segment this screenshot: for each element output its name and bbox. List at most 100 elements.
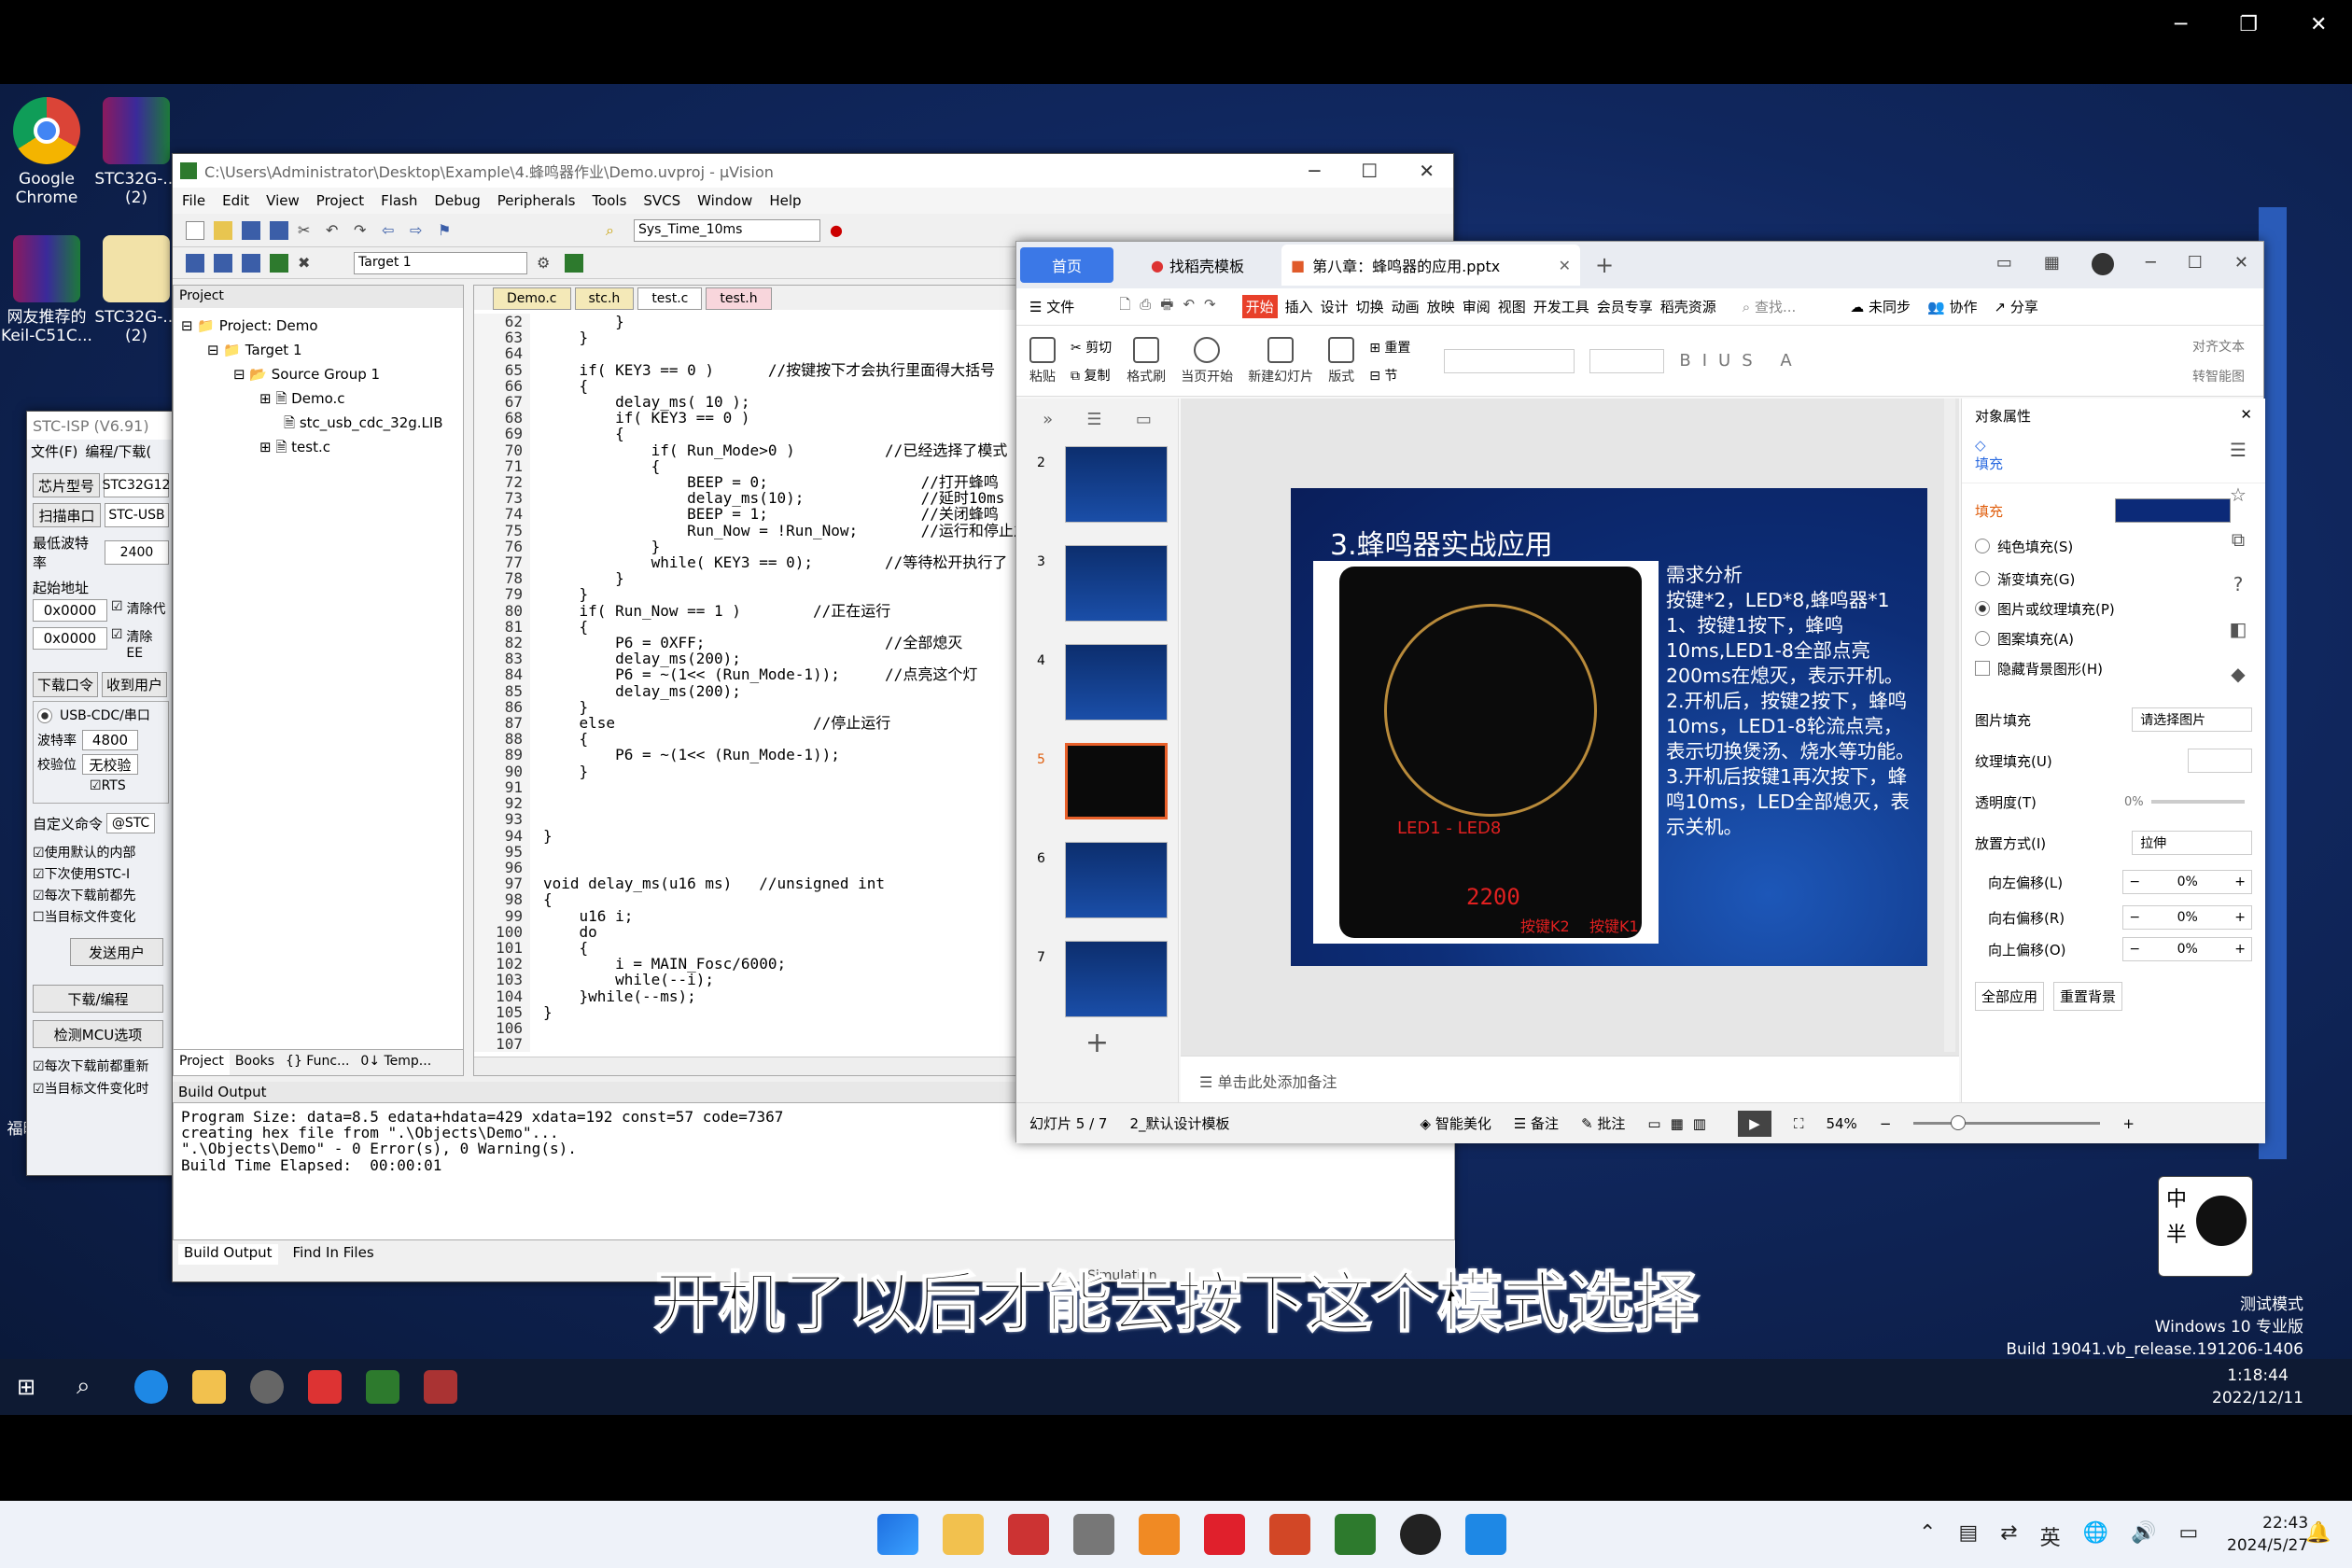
slide-thumb-3[interactable] — [1064, 545, 1168, 622]
target-combo[interactable]: Target 1 — [354, 251, 527, 274]
wps-minimize-icon[interactable]: ─ — [2146, 253, 2156, 275]
scan-port-button[interactable]: 扫描串口 — [33, 503, 101, 527]
battery-icon[interactable]: ▭ — [2179, 1521, 2199, 1551]
cut-icon[interactable]: ✂ — [298, 221, 316, 240]
stc-menu-file[interactable]: 文件(F) — [31, 441, 77, 460]
taskbar-search-icon[interactable]: ⌕ — [77, 1372, 91, 1401]
props-title[interactable]: 对象属性 — [1975, 406, 2031, 426]
wps-taskbar-icon[interactable] — [308, 1370, 342, 1404]
save-all-icon[interactable] — [270, 220, 288, 240]
ribbon-tab-start[interactable]: 开始 — [1241, 295, 1278, 318]
tree-source-group[interactable]: ⊟ 📂 Source Group 1 — [181, 362, 463, 386]
menu-svcs[interactable]: SVCS — [643, 192, 680, 209]
ribbon-tab-transition[interactable]: 切换 — [1356, 297, 1384, 316]
option-checkbox-2[interactable]: ☑ — [33, 867, 45, 882]
desktop-icon-stc32g-2[interactable]: STC32G-... (2) — [90, 235, 183, 345]
wps-maximize-icon[interactable]: ☐ — [2188, 253, 2203, 275]
menu-window[interactable]: Window — [697, 192, 752, 209]
notification-bell-icon[interactable]: 🔔 — [2305, 1521, 2331, 1545]
menu-peripherals[interactable]: Peripherals — [497, 192, 576, 209]
close-icon[interactable]: ✕ — [2310, 13, 2327, 36]
minimize-icon[interactable]: ─ — [2175, 13, 2187, 36]
maximize-icon[interactable]: ❐ — [2239, 13, 2258, 36]
wps-tab-document[interactable]: ■ 第八章：蜂鸣器的应用.pptx ✕ — [1281, 245, 1580, 286]
ribbon-tab-design[interactable]: 设计 — [1321, 297, 1349, 316]
clear-code-checkbox[interactable]: ☑ — [111, 599, 123, 622]
copy-button[interactable]: ⧉ 复制 — [1071, 366, 1112, 385]
collapse-panel-icon[interactable]: » — [1043, 410, 1053, 429]
youdao-icon[interactable] — [1204, 1514, 1245, 1555]
font-size-select[interactable] — [1589, 348, 1665, 373]
explorer-icon[interactable] — [192, 1370, 226, 1404]
wps-tab-template[interactable]: ● 找稻壳模板 — [1123, 247, 1272, 283]
menu-tools[interactable]: Tools — [592, 192, 626, 209]
keil-taskbar-icon[interactable] — [366, 1370, 399, 1404]
desktop-icon-chrome[interactable]: Google Chrome — [0, 97, 93, 207]
desktop-icon-keil[interactable]: 网友推荐的 Keil-C51C... — [0, 235, 93, 345]
slide-body-text[interactable]: 需求分析 按键*2，LED*8,蜂鸣器*1 1、按键1按下，蜂鸣10ms,LED… — [1666, 563, 1918, 840]
ribbon-tab-insert[interactable]: 插入 — [1285, 297, 1313, 316]
option-checkbox-3[interactable]: ☑ — [33, 889, 45, 903]
editor-tab-test-c[interactable]: test.c — [637, 287, 703, 310]
tab-project[interactable]: Project — [174, 1050, 230, 1075]
menu-project[interactable]: Project — [316, 192, 364, 209]
picture-fill-radio[interactable] — [1975, 601, 1990, 616]
menu-view[interactable]: View — [266, 192, 300, 209]
tree-file-demo-c[interactable]: ⊞ 🗎 Demo.c — [181, 386, 463, 411]
offset-right-stepper[interactable]: −0% + — [2122, 905, 2252, 930]
menu-file[interactable]: File — [182, 192, 205, 209]
reset-button[interactable]: ⊞ 重置 — [1369, 338, 1410, 357]
thumbnail-view-icon[interactable]: ▭ — [1136, 410, 1152, 429]
side-tool-1-icon[interactable]: ☰ — [2230, 439, 2247, 461]
clear-eeprom-checkbox[interactable]: ☑ — [111, 627, 123, 661]
file-explorer-icon[interactable] — [943, 1514, 984, 1555]
pattern-fill-radio[interactable] — [1975, 631, 1990, 646]
ribbon-tab-animation[interactable]: 动画 — [1392, 297, 1420, 316]
editor-tab-stc-h[interactable]: stc.h — [574, 287, 635, 310]
hide-bg-checkbox[interactable] — [1975, 661, 1990, 676]
remote-desktop-icon[interactable] — [1465, 1514, 1506, 1555]
quick-access-icons[interactable]: 🗋⎙🖶↶↷ — [1119, 295, 1225, 318]
redo-icon[interactable]: ↷ — [354, 221, 372, 240]
send-user-button[interactable]: 发送用户 — [70, 938, 163, 966]
notes-button[interactable]: ☰ 备注 — [1514, 1113, 1559, 1133]
stop-build-icon[interactable]: ✖ — [298, 254, 316, 273]
detect-mcu-button[interactable]: 检测MCU选项 — [33, 1020, 163, 1048]
convert-smartart-button[interactable]: 转智能图 — [2192, 367, 2245, 385]
font-format-icons[interactable]: BIUS A — [1679, 351, 1802, 371]
layout-button[interactable]: 版式 — [1328, 336, 1355, 385]
undo-icon[interactable]: ↶ — [326, 221, 344, 240]
volume-icon[interactable]: 🔊 — [2131, 1521, 2156, 1551]
layout-icon[interactable]: ▭ — [1996, 253, 2012, 275]
tray-app-icon[interactable]: ▤ — [1958, 1521, 1978, 1551]
editor-tab-test-h[interactable]: test.h — [706, 287, 772, 310]
side-tool-5-icon[interactable]: ◧ — [2230, 618, 2247, 640]
format-painter-button[interactable]: 格式刷 — [1127, 336, 1166, 385]
chip-type-select[interactable]: STC32G12 — [103, 473, 170, 497]
help-icon[interactable]: ? — [2233, 573, 2244, 595]
align-text-button[interactable]: 对齐文本 — [2192, 337, 2245, 356]
eeprom-address-input[interactable]: 0x0000 — [33, 627, 107, 650]
bookmark-icon[interactable]: ⚑ — [438, 221, 456, 240]
redownload-checkbox[interactable]: ☑ — [33, 1059, 45, 1074]
port-select[interactable]: STC-USB — [104, 503, 169, 527]
ribbon-tab-review[interactable]: 审阅 — [1463, 297, 1491, 316]
ribbon-tab-view[interactable]: 视图 — [1498, 297, 1526, 316]
custom-command-input[interactable]: @STC — [106, 813, 156, 833]
tray-network-icon[interactable]: ⇄ — [2000, 1521, 2017, 1551]
offset-top-stepper[interactable]: −0% + — [2122, 937, 2252, 961]
sync-status[interactable]: ☁ 未同步 — [1850, 297, 1911, 316]
collab-button[interactable]: 👥 协作 — [1927, 297, 1977, 316]
play-slideshow-icon[interactable]: ▶ — [1737, 1110, 1771, 1137]
forward-icon[interactable]: ⇨ — [410, 221, 428, 240]
slide-thumb-2[interactable] — [1064, 446, 1168, 523]
zoom-out-icon[interactable]: − — [1880, 1115, 1892, 1132]
source-code[interactable]: } } if( KEY3 == 0 ) //按键按下才会执行里面得大括号 { d… — [530, 314, 1043, 1052]
outline-view-icon[interactable]: ☰ — [1086, 410, 1101, 429]
slide-title[interactable]: 3.蜂鸣器实战应用 — [1330, 522, 1553, 563]
obs-icon[interactable] — [250, 1370, 284, 1404]
tree-target-1[interactable]: ⊟ 📁 Target 1 — [181, 338, 463, 362]
download-program-button[interactable]: 下载/编程 — [33, 985, 163, 1013]
fit-icon[interactable]: ⛶ — [1794, 1115, 1804, 1132]
new-slide-button[interactable]: 新建幻灯片 — [1248, 336, 1313, 385]
